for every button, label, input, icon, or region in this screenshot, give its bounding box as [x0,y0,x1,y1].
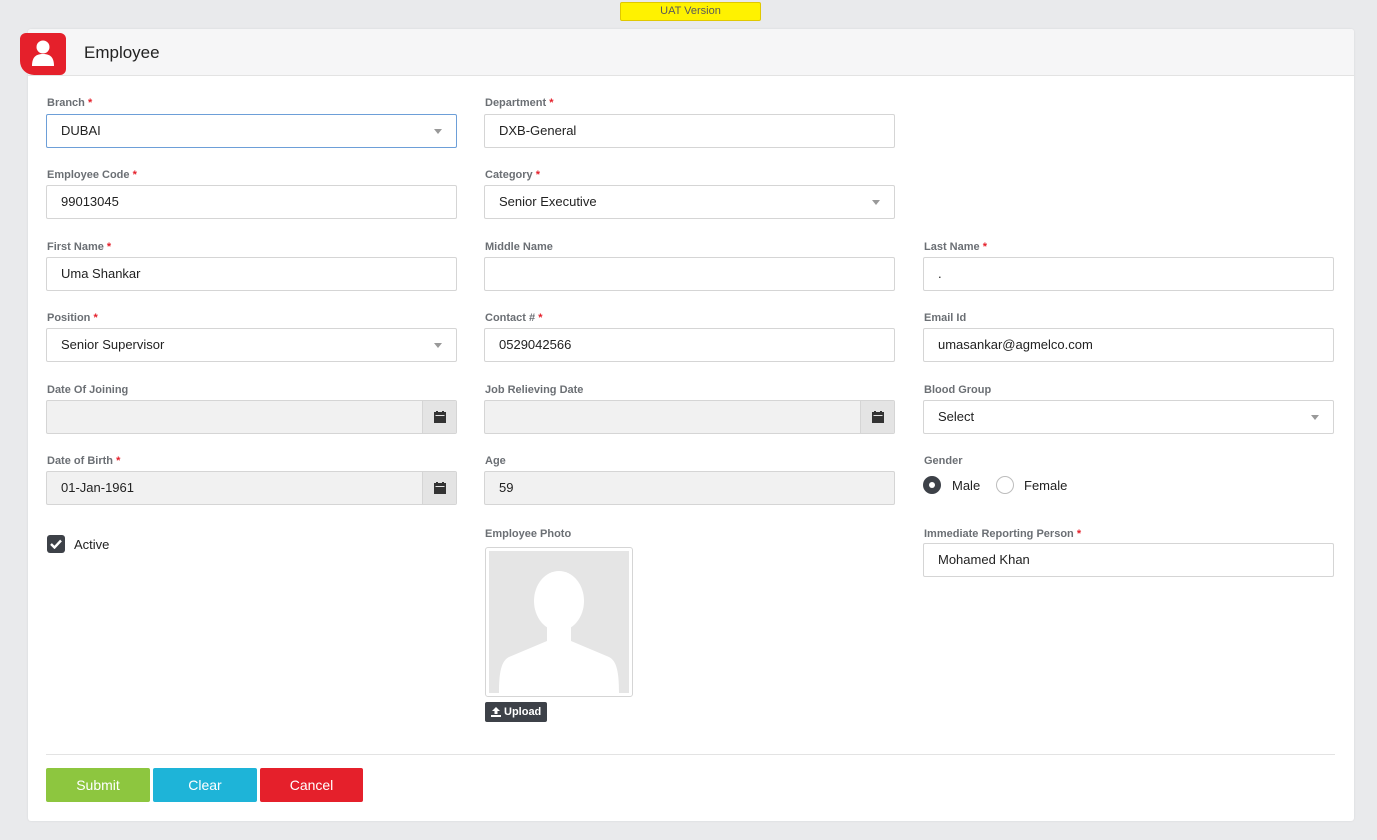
calendar-icon [434,482,446,494]
gender-male-label: Male [952,478,981,493]
age-input: 59 [484,471,895,505]
page-title: Employee [84,43,160,62]
employee-code-input[interactable]: 99013045 [46,185,457,219]
category-label: Category * [485,169,541,181]
email-label: Email Id [924,312,967,324]
calendar-icon [872,411,884,423]
calendar-button[interactable] [860,401,894,433]
active-label: Active [74,537,110,552]
job-relieving-date-label: Job Relieving Date [485,384,584,396]
date-of-joining-label: Date Of Joining [47,384,129,396]
avatar-placeholder [489,551,629,693]
middle-name-input[interactable] [484,257,895,291]
contact-label: Contact # * [485,312,543,324]
department-input[interactable]: DXB-General [484,114,895,148]
employee-photo [485,547,633,697]
middle-name-label: Middle Name [485,241,553,253]
position-label: Position * [47,312,98,324]
user-icon [20,33,66,75]
employee-form-card: Employee Branch * DUBAI Department * DXB… [20,29,1354,821]
date-of-birth-label: Date of Birth * [47,455,121,467]
calendar-button[interactable] [422,472,456,504]
department-label: Department * [485,97,554,109]
age-label: Age [485,455,506,467]
caret-down-icon [872,200,880,205]
upload-icon [491,707,501,717]
first-name-input[interactable]: Uma Shankar [46,257,457,291]
first-name-label: First Name * [47,241,112,253]
clear-button[interactable]: Clear [153,768,257,802]
position-select[interactable]: Senior Supervisor [46,328,457,362]
caret-down-icon [434,343,442,348]
card-header: Employee [20,29,1354,76]
branch-select[interactable]: DUBAI [46,114,457,148]
cancel-button[interactable]: Cancel [260,768,363,802]
category-select[interactable]: Senior Executive [484,185,895,219]
branch-label: Branch * [47,97,93,109]
active-checkbox[interactable] [47,535,65,553]
date-of-joining-input[interactable] [46,400,457,434]
blood-group-label: Blood Group [924,384,992,396]
contact-input[interactable]: 0529042566 [484,328,895,362]
reporting-person-input[interactable]: Mohamed Khan [923,543,1334,577]
check-icon [50,539,62,549]
submit-button[interactable]: Submit [46,768,150,802]
reporting-person-label: Immediate Reporting Person * [924,528,1082,540]
calendar-button[interactable] [422,401,456,433]
blood-group-select[interactable]: Select [923,400,1334,434]
employee-photo-label: Employee Photo [485,528,572,540]
caret-down-icon [1311,415,1319,420]
email-input[interactable]: umasankar@agmelco.com [923,328,1334,362]
user-icon [499,571,619,693]
divider [46,754,1335,755]
last-name-input[interactable]: . [923,257,1334,291]
calendar-icon [434,411,446,423]
gender-male-radio[interactable] [923,476,941,494]
gender-female-radio[interactable] [996,476,1014,494]
job-relieving-date-input[interactable] [484,400,895,434]
gender-female-label: Female [1024,478,1068,493]
date-of-birth-input[interactable]: 01-Jan-1961 [46,471,457,505]
upload-button[interactable]: Upload [485,702,547,722]
uat-version-banner: UAT Version [620,2,761,21]
employee-code-label: Employee Code * [47,169,137,181]
gender-label: Gender [924,455,963,467]
caret-down-icon [434,129,442,134]
last-name-label: Last Name * [924,241,987,253]
